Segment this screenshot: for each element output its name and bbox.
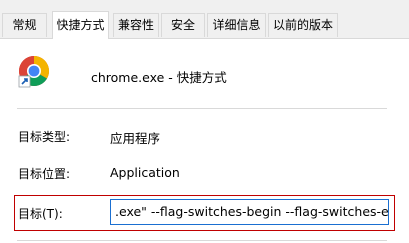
chrome-icon	[18, 55, 50, 88]
target-label: 目标(T):	[18, 207, 63, 221]
target-input[interactable]: .exe" --flag-switches-begin --flag-switc…	[110, 199, 389, 225]
divider-bottom	[17, 240, 387, 241]
tab-previous-versions[interactable]: 以前的版本	[268, 13, 338, 37]
target-location-label: 目标位置:	[18, 167, 71, 181]
divider	[17, 108, 387, 109]
tab-general[interactable]: 常规	[2, 13, 47, 37]
target-input-text: .exe" --flag-switches-begin --flag-switc…	[115, 204, 389, 219]
tab-compatibility[interactable]: 兼容性	[113, 13, 159, 37]
target-type-value: 应用程序	[110, 131, 161, 146]
tab-shortcut[interactable]: 快捷方式	[52, 11, 109, 39]
target-type-label: 目标类型:	[18, 130, 71, 144]
shortcut-title: chrome.exe - 快捷方式	[91, 70, 227, 85]
target-location-value: Application	[110, 165, 180, 180]
tab-details[interactable]: 详细信息	[207, 13, 266, 37]
tab-security[interactable]: 安全	[161, 13, 205, 37]
tab-bar: 常规 快捷方式 兼容性 安全 详细信息 以前的版本	[0, 0, 409, 39]
